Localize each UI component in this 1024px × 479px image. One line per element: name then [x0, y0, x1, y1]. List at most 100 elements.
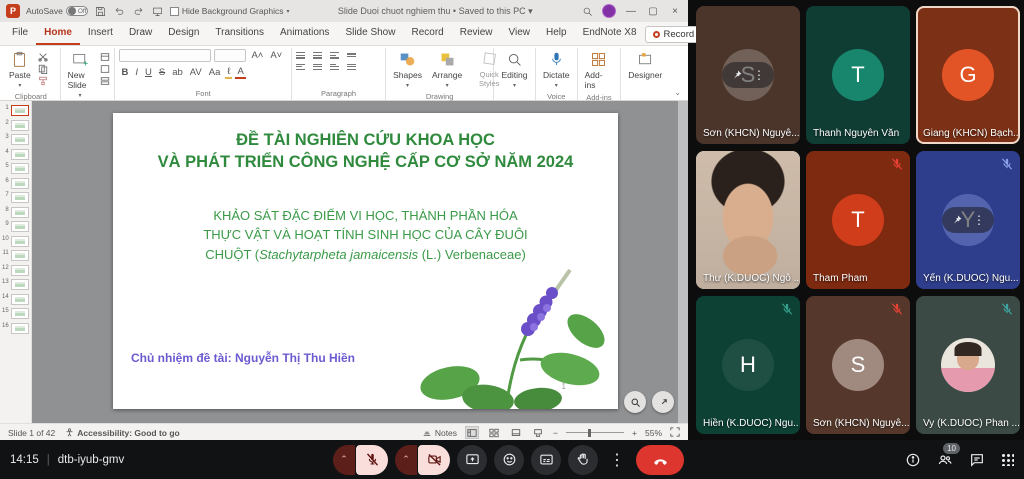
ribbon-tab-insert[interactable]: Insert	[80, 23, 121, 45]
change-case-icon[interactable]: Aa	[207, 67, 223, 78]
slide-thumbnail-6[interactable]: 6	[2, 178, 29, 189]
indent-icon[interactable]	[330, 52, 339, 59]
maximize-button[interactable]: ▢	[646, 6, 660, 17]
text-shadow-button[interactable]: ab	[170, 67, 185, 78]
cut-icon[interactable]	[38, 52, 49, 61]
zoom-out-icon[interactable]: −	[553, 428, 558, 438]
thumbnail-preview[interactable]	[11, 308, 29, 319]
participant-tile-7[interactable]: HHiền (K.DUOC) Ngu...	[696, 296, 800, 434]
layout-icon[interactable]	[99, 52, 110, 61]
slide-thumbnail-14[interactable]: 14	[2, 294, 29, 305]
slide-thumbnail-15[interactable]: 15	[2, 308, 29, 319]
slide-thumbnail-7[interactable]: 7	[2, 192, 29, 203]
zoom-slider[interactable]	[566, 432, 624, 433]
zoom-in-icon[interactable]: +	[632, 428, 637, 438]
editing-button[interactable]: Editing▾	[499, 49, 531, 91]
highlight-color-button[interactable]: ℓ	[225, 66, 232, 79]
autosave-toggle[interactable]: AutoSave Off	[26, 6, 88, 16]
participant-tile-9[interactable]: Vy (K.DUOC) Phan ...	[916, 296, 1020, 434]
bullets-icon[interactable]	[296, 52, 305, 59]
thumbnail-preview[interactable]	[11, 105, 29, 116]
paste-button[interactable]: Paste▾	[6, 49, 34, 91]
slide-thumbnail-12[interactable]: 12	[2, 265, 29, 276]
format-painter-icon[interactable]	[38, 76, 49, 85]
thumbnail-preview[interactable]	[11, 294, 29, 305]
thumbnail-preview[interactable]	[11, 163, 29, 174]
tile-more-options-icon[interactable]: ⋮	[973, 213, 985, 227]
camera-off-button[interactable]	[418, 445, 450, 475]
reading-view-button[interactable]	[509, 426, 523, 439]
slide-thumbnail-13[interactable]: 13	[2, 279, 29, 290]
thumbnail-preview[interactable]	[11, 265, 29, 276]
present-screen-button[interactable]	[457, 445, 487, 475]
line-spacing-icon[interactable]	[347, 53, 356, 57]
participant-tile-4[interactable]: Thư (K.DUOC) Ngô ...	[696, 151, 800, 289]
hide-background-graphics-checkbox[interactable]: Hide Background Graphics ▾	[170, 6, 290, 16]
align-center-icon[interactable]	[313, 64, 322, 71]
record-button[interactable]: Record	[645, 26, 703, 43]
minimize-button[interactable]: —	[624, 6, 638, 17]
tile-more-options-icon[interactable]: ⋮	[753, 68, 765, 82]
ribbon-tab-animations[interactable]: Animations	[272, 23, 337, 45]
align-left-icon[interactable]	[296, 64, 305, 71]
ribbon-tab-home[interactable]: Home	[36, 23, 80, 45]
reset-icon[interactable]	[99, 64, 110, 73]
slide-1[interactable]: ĐỀ TÀI NGHIÊN CỨU KHOA HỌC VÀ PHÁT TRIỂN…	[113, 113, 618, 409]
section-icon[interactable]	[99, 76, 110, 85]
collapse-ribbon-icon[interactable]: ⌄	[669, 88, 686, 100]
thumbnail-preview[interactable]	[11, 323, 29, 334]
copy-icon[interactable]	[38, 64, 49, 73]
decrease-font-icon[interactable]: A˅	[268, 50, 284, 61]
account-avatar[interactable]	[602, 4, 616, 18]
thumbnail-preview[interactable]	[11, 149, 29, 160]
ribbon-tab-file[interactable]: File	[4, 23, 36, 45]
people-button[interactable]: 10	[937, 452, 953, 468]
search-icon[interactable]	[581, 5, 594, 18]
mic-options-chevron[interactable]: ⌃	[333, 445, 355, 475]
fit-slide-icon[interactable]	[670, 427, 680, 439]
close-button[interactable]: ×	[668, 6, 682, 17]
ribbon-tab-record[interactable]: Record	[403, 23, 451, 45]
participant-tile-8[interactable]: SSơn (KHCN) Nguyễ...	[806, 296, 910, 434]
thumbnail-preview[interactable]	[11, 192, 29, 203]
pin-icon[interactable]	[951, 214, 963, 226]
designer-button[interactable]: Designer	[625, 49, 665, 82]
ribbon-tab-design[interactable]: Design	[160, 23, 207, 45]
ribbon-tab-help[interactable]: Help	[538, 23, 575, 45]
ribbon-tab-draw[interactable]: Draw	[121, 23, 160, 45]
meeting-info-button[interactable]	[905, 452, 921, 468]
underline-button[interactable]: U	[143, 67, 154, 78]
align-right-icon[interactable]	[330, 64, 339, 71]
participant-tile-5[interactable]: TTham Pham	[806, 151, 910, 289]
vertical-scrollbar[interactable]	[678, 101, 688, 423]
slideshow-icon[interactable]	[151, 5, 164, 18]
slide-thumbnail-11[interactable]: 11	[2, 250, 29, 261]
thumbnail-preview[interactable]	[11, 236, 29, 247]
notes-button[interactable]: Notes	[422, 428, 457, 438]
ribbon-tab-slide-show[interactable]: Slide Show	[337, 23, 403, 45]
zoom-percentage[interactable]: 55%	[645, 428, 662, 438]
thumbnail-preview[interactable]	[11, 134, 29, 145]
thumbnail-preview[interactable]	[11, 250, 29, 261]
slide-thumbnail-8[interactable]: 8	[2, 207, 29, 218]
undo-icon[interactable]	[113, 5, 126, 18]
participant-tile-6[interactable]: Y⋮Yến (K.DUOC) Ngu...	[916, 151, 1020, 289]
font-size-combo[interactable]	[214, 49, 246, 62]
accessibility-status[interactable]: Accessibility: Good to go	[65, 428, 179, 438]
save-icon[interactable]	[94, 5, 107, 18]
bold-button[interactable]: B	[119, 67, 130, 78]
add-ins-button[interactable]: Add-ins	[582, 49, 617, 92]
participant-tile-3[interactable]: GGiang (KHCN) Bạch...	[916, 6, 1020, 144]
shapes-button[interactable]: Shapes▾	[390, 49, 425, 91]
normal-view-button[interactable]	[465, 426, 479, 439]
participant-tile-2[interactable]: TThanh Nguyễn Văn	[806, 6, 910, 144]
new-slide-button[interactable]: New Slide▾	[65, 49, 96, 101]
chevron-down-icon[interactable]: ▾	[286, 8, 289, 15]
slide-thumbnail-2[interactable]: 2	[2, 120, 29, 131]
autosave-switch[interactable]: Off	[66, 6, 88, 16]
character-spacing-icon[interactable]: AV	[188, 67, 204, 78]
checkbox-icon[interactable]	[170, 7, 179, 16]
slide-thumbnail-4[interactable]: 4	[2, 149, 29, 160]
slideshow-view-button[interactable]	[531, 426, 545, 439]
ribbon-tab-view[interactable]: View	[501, 23, 539, 45]
